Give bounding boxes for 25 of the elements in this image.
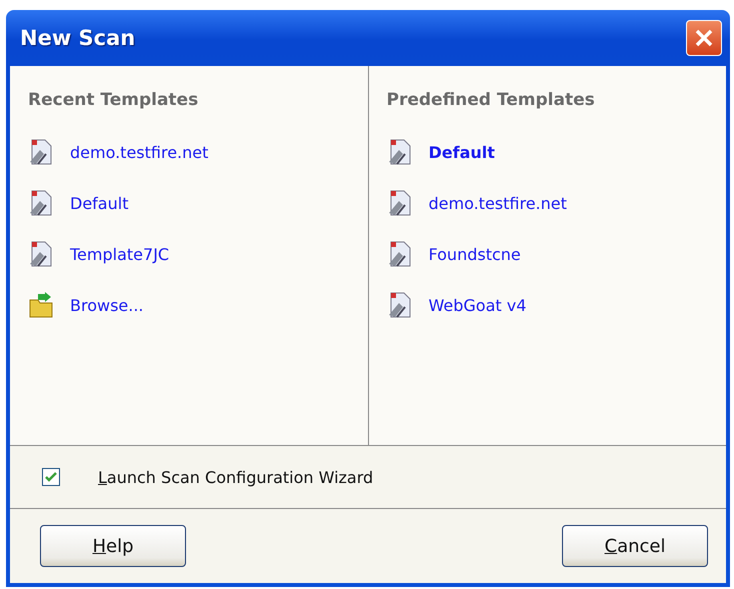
document-icon (28, 189, 54, 217)
help-button[interactable]: Help (40, 525, 186, 567)
window-title: New Scan (20, 26, 136, 50)
document-icon (386, 291, 412, 319)
close-button[interactable] (686, 20, 722, 56)
template-link[interactable]: Default (386, 138, 495, 166)
template-link[interactable]: Foundstcne (386, 240, 521, 268)
panel-heading: Predefined Templates (386, 90, 596, 110)
document-icon (386, 240, 412, 268)
document-icon (28, 138, 54, 166)
document-icon (386, 138, 412, 166)
template-link[interactable]: WebGoat v4 (386, 291, 526, 319)
panel-heading: Recent Templates (28, 90, 200, 110)
template-link[interactable]: Default (28, 189, 128, 217)
document-icon (28, 240, 54, 268)
template-link[interactable]: demo.testfire.net (28, 138, 208, 166)
close-icon (694, 28, 714, 48)
template-link[interactable]: Template7JC (28, 240, 170, 268)
folder-icon (28, 291, 54, 319)
checkbox[interactable] (42, 468, 60, 486)
cancel-button[interactable]: Cancel (562, 525, 708, 567)
checkbox-label[interactable]: Launch Scan Configuration Wizard (98, 468, 374, 486)
template-link[interactable]: demo.testfire.net (386, 189, 567, 217)
document-icon (386, 189, 412, 217)
template-link[interactable]: Browse... (28, 291, 144, 319)
